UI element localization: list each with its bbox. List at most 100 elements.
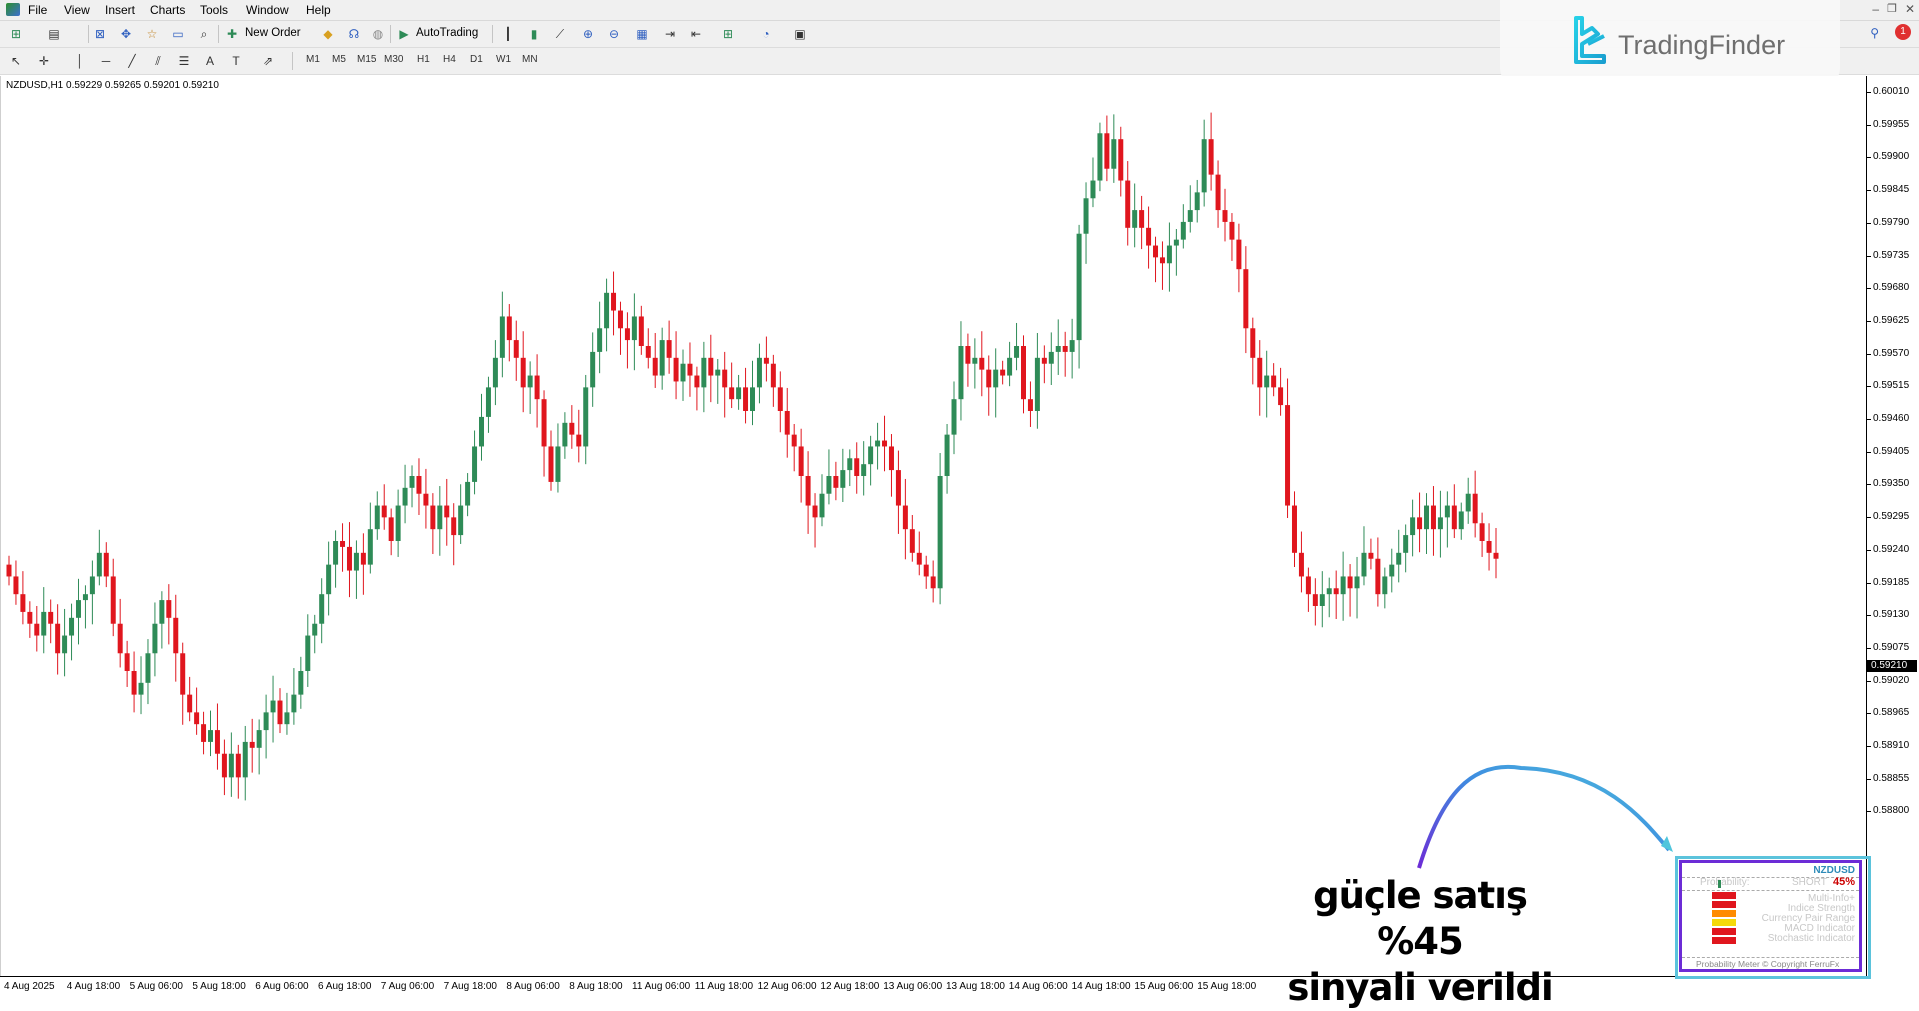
profiles-icon[interactable]: ▤	[44, 25, 64, 43]
bar-chart-icon[interactable]: ┃	[498, 25, 518, 43]
notifications-icon[interactable]: 1	[1895, 24, 1911, 40]
market-watch-icon[interactable]: ⊠	[90, 25, 110, 43]
zoom-in-icon[interactable]: ⊕	[578, 25, 598, 43]
line-chart-icon[interactable]: ⟋	[550, 25, 570, 43]
candle-body	[13, 576, 19, 595]
terminal-icon[interactable]: ▭	[168, 25, 188, 43]
cursor-icon[interactable]: ↖	[6, 52, 26, 70]
candle-body	[798, 446, 804, 476]
chart-shift-icon[interactable]: ⇤	[686, 25, 706, 43]
candle-body	[131, 671, 137, 695]
candle-body	[1347, 576, 1353, 589]
price-label: 0.59130	[1873, 609, 1910, 621]
candle-body	[1458, 511, 1464, 530]
data-window-icon[interactable]: ✥	[116, 25, 136, 43]
zoom-out-icon[interactable]: ⊖	[604, 25, 624, 43]
search-icon[interactable]: ⚲	[1870, 26, 1879, 40]
navigator-icon[interactable]: ☆	[142, 25, 162, 43]
minimize-icon[interactable]: –	[1872, 2, 1879, 16]
candle-body	[590, 351, 596, 388]
menu-tools[interactable]: Tools	[200, 3, 228, 17]
candle-body	[1007, 357, 1013, 376]
panel-footer: Probability Meter © Copyright FerruFx	[1696, 959, 1840, 969]
timeframe-m30[interactable]: M30	[384, 54, 403, 65]
new-chart-icon[interactable]: ⊞	[6, 25, 26, 43]
restore-icon[interactable]: ❐	[1887, 2, 1897, 15]
close-icon[interactable]: ✕	[1905, 2, 1915, 16]
text-label-icon[interactable]: T	[226, 52, 246, 70]
price-tick	[1867, 124, 1871, 126]
timeframe-w1[interactable]: W1	[496, 54, 511, 65]
trendline-icon[interactable]: ╱	[122, 52, 142, 70]
menu-help[interactable]: Help	[306, 3, 331, 17]
menu-view[interactable]: View	[64, 3, 90, 17]
periods-icon[interactable]: ◔	[756, 25, 776, 43]
timeframe-d1[interactable]: D1	[470, 54, 483, 65]
vertical-line-icon[interactable]: │	[70, 52, 90, 70]
candle-body	[569, 422, 575, 435]
candle-body	[736, 387, 742, 400]
channel-icon[interactable]: ⫽	[148, 52, 168, 70]
candle-body	[1104, 133, 1110, 169]
new-order-button[interactable]: New Order	[245, 27, 301, 39]
menu-insert[interactable]: Insert	[105, 3, 135, 17]
candle-body	[722, 369, 728, 388]
candle-body	[312, 623, 318, 636]
menu-window[interactable]: Window	[246, 3, 289, 17]
autotrading-icon[interactable]: ▶	[394, 25, 414, 43]
metaeditor-icon[interactable]: ◆	[318, 25, 338, 43]
time-axis[interactable]: 4 Aug 2025 4 Aug 18:00 5 Aug 06:00 5 Aug 18…	[0, 976, 1866, 997]
tile-windows-icon[interactable]: ▦	[632, 25, 652, 43]
crosshair-icon[interactable]: ✛	[34, 52, 54, 70]
timeframe-m15[interactable]: M15	[357, 54, 376, 65]
signals-icon[interactable]: ☊	[344, 25, 364, 43]
candle-body	[1291, 505, 1297, 553]
chart-area[interactable]	[0, 76, 1867, 976]
candlestick-chart	[6, 112, 1499, 801]
market-icon[interactable]: ◍	[368, 25, 388, 43]
candle-body	[96, 552, 102, 577]
candle-body	[1493, 552, 1499, 559]
candle-body	[555, 446, 561, 482]
candle-body	[1375, 558, 1381, 595]
horizontal-line-icon[interactable]: ─	[96, 52, 116, 70]
candle-body	[1090, 180, 1096, 199]
menu-charts[interactable]: Charts	[150, 3, 185, 17]
price-label: 0.59240	[1873, 543, 1910, 555]
timeframe-h4[interactable]: H4	[443, 54, 456, 65]
arrows-icon[interactable]: ⇗	[258, 52, 278, 70]
text-icon[interactable]: A	[200, 52, 220, 70]
candle-body	[673, 357, 679, 382]
menu-file[interactable]: File	[28, 3, 47, 17]
candle-body	[1437, 517, 1443, 530]
fibonacci-icon[interactable]: ☰	[174, 52, 194, 70]
candle-body	[180, 653, 186, 695]
candle-body	[1153, 245, 1159, 258]
price-label: 0.59900	[1873, 151, 1910, 163]
candle-body	[159, 600, 165, 624]
autotrading-button[interactable]: AutoTrading	[416, 27, 478, 39]
candle-body	[1368, 552, 1374, 559]
indicators-icon[interactable]: ⊞	[718, 25, 738, 43]
candle-body	[499, 316, 505, 358]
price-tick	[1867, 255, 1871, 257]
candle-body	[173, 617, 179, 654]
autoscroll-icon[interactable]: ⇥	[660, 25, 680, 43]
timeframe-m5[interactable]: M5	[332, 54, 346, 65]
meter-bar	[1712, 928, 1736, 935]
new-order-icon[interactable]: ✚	[222, 25, 242, 43]
candle-body	[395, 505, 401, 541]
candle-body	[388, 517, 394, 541]
timeframe-mn[interactable]: MN	[522, 54, 538, 65]
price-label: 0.59625	[1873, 314, 1910, 326]
candle-body	[187, 694, 193, 713]
strategy-tester-icon[interactable]: ⌕	[194, 25, 214, 43]
meter-bar	[1712, 937, 1736, 944]
candlestick-icon[interactable]: ▮	[524, 25, 544, 43]
candle-body	[812, 505, 818, 518]
templates-icon[interactable]: ▣	[790, 25, 810, 43]
timeframe-m1[interactable]: M1	[306, 54, 320, 65]
timeframe-h1[interactable]: H1	[417, 54, 430, 65]
price-scale[interactable]: 0.60010 0.59955 0.59900 0.59845 0.59790 0.597…	[1866, 76, 1919, 976]
candle-body	[291, 694, 297, 713]
